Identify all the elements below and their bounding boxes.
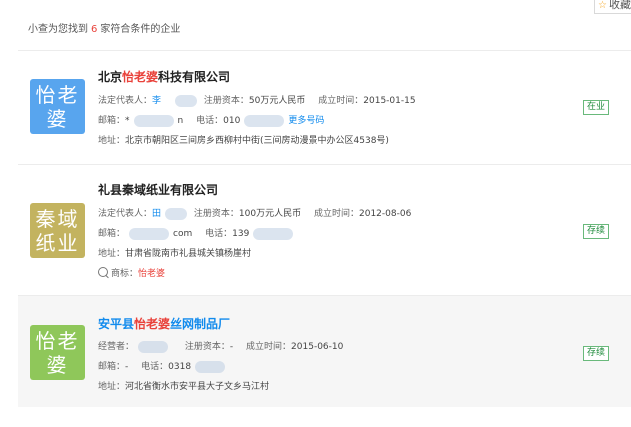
company-info-row-3: 地址：北京市朝阳区三间房乡西柳村中街(三间房动漫景中办公区4538号) <box>98 136 389 146</box>
star-icon: ☆ <box>598 0 607 11</box>
registered-capital: 50万元人民币 <box>248 96 306 106</box>
phone: 010 <box>223 116 241 126</box>
legal-representative[interactable]: 李 <box>152 96 161 106</box>
company-info-row-1: 法定代表人：李 注册资本：50万元人民币 成立时间：2015-01-15 <box>98 94 416 107</box>
registered-capital: - <box>229 342 234 352</box>
result-count: 6 <box>91 24 98 35</box>
status-badge: 存续 <box>583 224 610 239</box>
company-name[interactable]: 安平县怡老婆丝网制品厂 <box>98 315 230 332</box>
company-info-row-3: 地址：甘肃省陇南市礼县城关镇杨崖村 <box>98 249 252 259</box>
company-info-row-2: 邮箱： com 电话：139 <box>98 226 297 240</box>
status-badge: 在业 <box>583 100 610 115</box>
company-logo: 秦域纸业 <box>30 203 85 258</box>
phone: 139 <box>232 229 250 239</box>
search-results-page: 小查为您找到 6 家符合条件的企业 ☆ 收藏 怡老婆 北京怡老婆科技有限公司 法定代表… <box>0 0 631 427</box>
company-info-row-2: 邮箱：* n 电话：010 更多号码 <box>98 114 325 127</box>
company-card[interactable]: 怡老婆 北京怡老婆科技有限公司 法定代表人：李 注册资本：50万元人民币 成立时… <box>18 50 631 164</box>
founded-date: 2015-01-15 <box>363 96 416 106</box>
founded-date: 2015-06-10 <box>291 342 344 352</box>
company-info-row-2: 邮箱：- 电话：0318 <box>98 359 229 373</box>
status-badge: 存续 <box>583 346 610 361</box>
address: 甘肃省陇南市礼县城关镇杨崖村 <box>125 249 252 259</box>
email: - <box>125 362 129 372</box>
more-phones-link[interactable]: 更多号码 <box>288 116 324 126</box>
summary-suffix: 家符合条件的企业 <box>100 24 181 35</box>
company-info-row-4: 商标：怡老婆 <box>98 266 175 279</box>
phone: 0318 <box>168 362 192 372</box>
company-name[interactable]: 北京怡老婆科技有限公司 <box>98 68 230 85</box>
collect-button[interactable]: ☆ 收藏 <box>594 0 631 14</box>
legal-representative[interactable]: 田 <box>152 209 161 219</box>
address: 河北省衡水市安平县大子文乡马江村 <box>125 382 270 392</box>
company-info-row-3: 地址：河北省衡水市安平县大子文乡马江村 <box>98 382 270 392</box>
company-info-row-1: 法定代表人：田 注册资本：100万元人民币 成立时间：2012-08-06 <box>98 207 412 220</box>
company-logo: 怡老婆 <box>30 79 85 134</box>
result-summary: 小查为您找到 6 家符合条件的企业 <box>28 20 180 35</box>
company-logo: 怡老婆 <box>30 325 85 380</box>
search-icon <box>98 267 108 277</box>
summary-prefix: 小查为您找到 <box>28 24 88 35</box>
company-name[interactable]: 礼县秦域纸业有限公司 <box>98 181 218 198</box>
email: * <box>125 116 130 126</box>
company-card[interactable]: 怡老婆 安平县怡老婆丝网制品厂 经营者： 注册资本：- 成立时间：2015-06… <box>18 295 631 407</box>
collect-label: 收藏 <box>608 0 631 11</box>
founded-date: 2012-08-06 <box>359 209 412 219</box>
company-card[interactable]: 秦域纸业 礼县秦域纸业有限公司 法定代表人：田 注册资本：100万元人民币 成立… <box>18 164 631 295</box>
address: 北京市朝阳区三间房乡西柳村中街(三间房动漫景中办公区4538号) <box>125 136 389 146</box>
registered-capital: 100万元人民币 <box>238 209 302 219</box>
company-info-row-1: 经营者： 注册资本：- 成立时间：2015-06-10 <box>98 340 344 353</box>
email: com <box>173 229 193 239</box>
left-gutter <box>0 0 18 427</box>
trademark: 怡老婆 <box>138 269 166 279</box>
